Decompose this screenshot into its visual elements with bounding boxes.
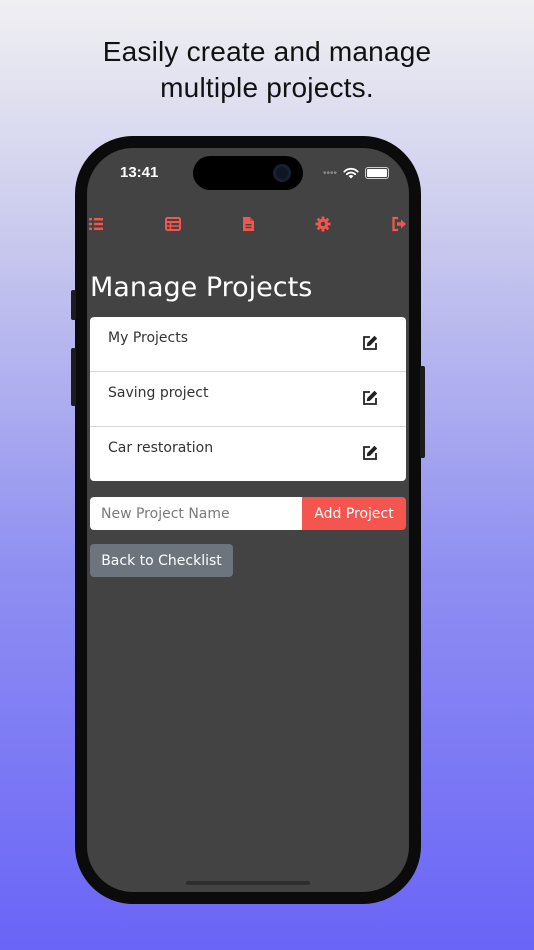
page-title: Manage Projects <box>90 272 313 303</box>
headline: Easily create and manage multiple projec… <box>0 34 534 106</box>
edit-icon[interactable] <box>361 389 379 407</box>
project-list: My Projects Saving project Car restorati… <box>90 317 406 481</box>
table-icon[interactable] <box>163 214 183 234</box>
dynamic-island <box>193 156 303 190</box>
status-time: 13:41 <box>120 164 159 181</box>
back-to-checklist-button[interactable]: Back to Checklist <box>90 544 233 577</box>
cellular-signal-icon: •••• <box>322 167 337 179</box>
edit-icon[interactable] <box>361 334 379 352</box>
power-button <box>420 366 425 458</box>
project-item[interactable]: Saving project <box>90 372 406 427</box>
document-icon[interactable] <box>238 214 258 234</box>
camera-icon <box>273 164 291 182</box>
app-screen: 13:41 •••• Manage Projects My Projects S… <box>87 148 409 892</box>
list-icon[interactable] <box>87 214 107 234</box>
gear-icon[interactable] <box>313 214 333 234</box>
phone-frame: 13:41 •••• Manage Projects My Projects S… <box>71 136 425 904</box>
project-name: Car restoration <box>108 440 214 456</box>
sign-out-icon[interactable] <box>389 214 409 234</box>
project-name: My Projects <box>108 330 189 346</box>
add-project-button[interactable]: Add Project <box>302 497 406 530</box>
silent-switch <box>71 290 76 320</box>
project-item[interactable]: Car restoration <box>90 427 406 481</box>
add-project-form: Add Project <box>90 497 406 530</box>
wifi-icon <box>343 167 359 179</box>
status-indicators: •••• <box>323 167 389 179</box>
headline-line-1: Easily create and manage <box>102 36 432 67</box>
headline-line-2: multiple projects. <box>160 72 374 103</box>
project-name: Saving project <box>108 385 209 401</box>
new-project-name-input[interactable] <box>90 497 302 530</box>
edit-icon[interactable] <box>361 444 379 462</box>
volume-button <box>71 348 76 406</box>
project-item[interactable]: My Projects <box>90 317 406 372</box>
navbar <box>87 214 409 236</box>
home-indicator[interactable] <box>186 881 310 885</box>
battery-icon <box>365 167 389 179</box>
